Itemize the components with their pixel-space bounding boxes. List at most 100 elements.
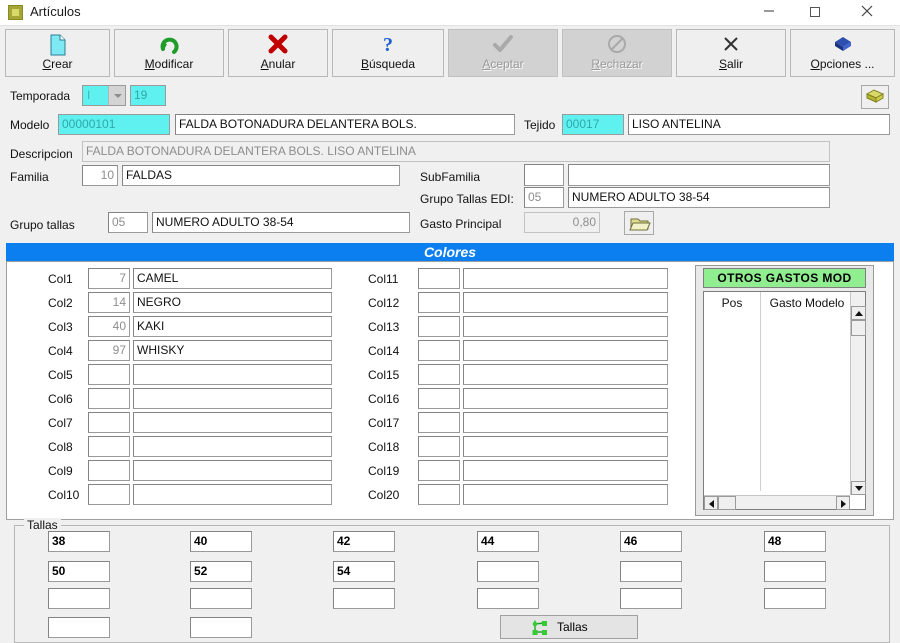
- colores-codigo-input[interactable]: [418, 316, 460, 337]
- talla-input[interactable]: [48, 617, 110, 638]
- scroll-up-button[interactable]: [851, 306, 866, 320]
- tallas-button[interactable]: Tallas: [500, 615, 638, 639]
- tejido-nombre-input[interactable]: LISO ANTELINA: [628, 114, 890, 135]
- colores-codigo-input[interactable]: [418, 460, 460, 481]
- colores-nombre-input[interactable]: [463, 388, 668, 409]
- colores-codigo-input[interactable]: [88, 436, 130, 457]
- colores-nombre-input[interactable]: [133, 364, 332, 385]
- talla-input[interactable]: [333, 588, 395, 609]
- talla-input[interactable]: [190, 588, 252, 609]
- colores-codigo-input[interactable]: [88, 388, 130, 409]
- close-button[interactable]: [844, 0, 890, 26]
- talla-input[interactable]: 42: [333, 531, 395, 552]
- colores-codigo-input[interactable]: [418, 268, 460, 289]
- chevron-down-icon[interactable]: [108, 86, 125, 105]
- gasto-principal-folder-button[interactable]: [624, 211, 654, 235]
- horizontal-scroll-thumb[interactable]: [718, 496, 736, 510]
- colores-codigo-input[interactable]: [418, 412, 460, 433]
- colores-codigo-input[interactable]: 40: [88, 316, 130, 337]
- colores-codigo-input[interactable]: [418, 340, 460, 361]
- modelo-codigo-input[interactable]: 00000101: [58, 114, 170, 135]
- colores-codigo-input[interactable]: [88, 364, 130, 385]
- familia-codigo-input[interactable]: 10: [82, 165, 118, 186]
- temporada-anyo-input[interactable]: 19: [130, 85, 166, 106]
- gasto-principal-input[interactable]: 0,80: [524, 212, 600, 233]
- busqueda-button[interactable]: ? Búsqueda: [332, 29, 444, 77]
- talla-input[interactable]: 52: [190, 561, 252, 582]
- colores-nombre-input[interactable]: [133, 484, 332, 505]
- talla-input[interactable]: 40: [190, 531, 252, 552]
- grupo-tallas-edi-nombre-input[interactable]: NUMERO ADULTO 38-54: [568, 187, 830, 208]
- colores-nombre-input[interactable]: [463, 484, 668, 505]
- scroll-down-button[interactable]: [851, 481, 866, 495]
- salir-button[interactable]: Salir: [676, 29, 786, 77]
- talla-input[interactable]: 44: [477, 531, 539, 552]
- colores-nombre-input[interactable]: [133, 436, 332, 457]
- scroll-left-button[interactable]: [704, 496, 718, 510]
- colores-nombre-input[interactable]: [463, 364, 668, 385]
- subfamilia-nombre-input[interactable]: [568, 164, 830, 186]
- modelo-nombre-input[interactable]: FALDA BOTONADURA DELANTERA BOLS.: [175, 114, 515, 135]
- scroll-right-button[interactable]: [836, 496, 850, 510]
- colores-codigo-input[interactable]: [88, 484, 130, 505]
- temporada-letra-select[interactable]: I: [82, 85, 126, 106]
- talla-input[interactable]: [620, 561, 682, 582]
- talla-input[interactable]: 50: [48, 561, 110, 582]
- descripcion-input[interactable]: FALDA BOTONADURA DELANTERA BOLS. LISO AN…: [82, 141, 830, 162]
- talla-input[interactable]: 46: [620, 531, 682, 552]
- talla-input[interactable]: 38: [48, 531, 110, 552]
- crear-button[interactable]: Crear: [5, 29, 110, 77]
- colores-nombre-input[interactable]: KAKI: [133, 316, 332, 337]
- colores-nombre-input[interactable]: [463, 268, 668, 289]
- vertical-scrollbar[interactable]: [850, 292, 866, 495]
- colores-codigo-input[interactable]: [418, 436, 460, 457]
- colores-nombre-input[interactable]: [463, 412, 668, 433]
- minimize-button[interactable]: [746, 0, 792, 26]
- horizontal-scrollbar[interactable]: [704, 495, 850, 510]
- colores-codigo-input[interactable]: 7: [88, 268, 130, 289]
- colores-codigo-input[interactable]: [418, 364, 460, 385]
- top-right-action-button[interactable]: [861, 85, 889, 109]
- colores-codigo-input[interactable]: 97: [88, 340, 130, 361]
- rechazar-button: Rechazar: [562, 29, 672, 77]
- colores-nombre-input[interactable]: [463, 460, 668, 481]
- grupo-tallas-edi-codigo-input[interactable]: 05: [524, 187, 564, 208]
- svg-text:?: ?: [383, 34, 393, 56]
- grupo-tallas-codigo-input[interactable]: 05: [108, 212, 148, 233]
- subfamilia-codigo-input[interactable]: [524, 164, 564, 186]
- colores-nombre-input[interactable]: [133, 412, 332, 433]
- talla-input[interactable]: [477, 588, 539, 609]
- talla-input[interactable]: 48: [764, 531, 826, 552]
- colores-nombre-input[interactable]: CAMEL: [133, 268, 332, 289]
- colores-nombre-input[interactable]: [463, 436, 668, 457]
- colores-codigo-input[interactable]: [418, 292, 460, 313]
- colores-nombre-input[interactable]: WHISKY: [133, 340, 332, 361]
- vertical-scroll-thumb[interactable]: [851, 320, 866, 336]
- anular-button[interactable]: Anular: [228, 29, 328, 77]
- talla-input[interactable]: 54: [333, 561, 395, 582]
- colores-codigo-input[interactable]: [88, 460, 130, 481]
- talla-input[interactable]: [48, 588, 110, 609]
- tejido-codigo-input[interactable]: 00017: [562, 114, 624, 135]
- grupo-tallas-nombre-input[interactable]: NUMERO ADULTO 38-54: [152, 212, 410, 233]
- modificar-button[interactable]: Modificar: [114, 29, 224, 77]
- colores-codigo-input[interactable]: [418, 388, 460, 409]
- colores-nombre-input[interactable]: [463, 292, 668, 313]
- talla-input[interactable]: [764, 588, 826, 609]
- familia-nombre-input[interactable]: FALDAS: [122, 165, 400, 186]
- colores-codigo-input[interactable]: 14: [88, 292, 130, 313]
- opciones-button[interactable]: Opciones ...: [790, 29, 895, 77]
- talla-input[interactable]: [190, 617, 252, 638]
- colores-nombre-input[interactable]: [463, 340, 668, 361]
- colores-nombre-input[interactable]: NEGRO: [133, 292, 332, 313]
- colores-nombre-input[interactable]: [133, 460, 332, 481]
- colores-nombre-input[interactable]: [463, 316, 668, 337]
- chevron-left-icon: [709, 500, 714, 508]
- colores-codigo-input[interactable]: [88, 412, 130, 433]
- talla-input[interactable]: [477, 561, 539, 582]
- talla-input[interactable]: [620, 588, 682, 609]
- colores-nombre-input[interactable]: [133, 388, 332, 409]
- colores-codigo-input[interactable]: [418, 484, 460, 505]
- talla-input[interactable]: [764, 561, 826, 582]
- maximize-button[interactable]: [792, 0, 838, 26]
